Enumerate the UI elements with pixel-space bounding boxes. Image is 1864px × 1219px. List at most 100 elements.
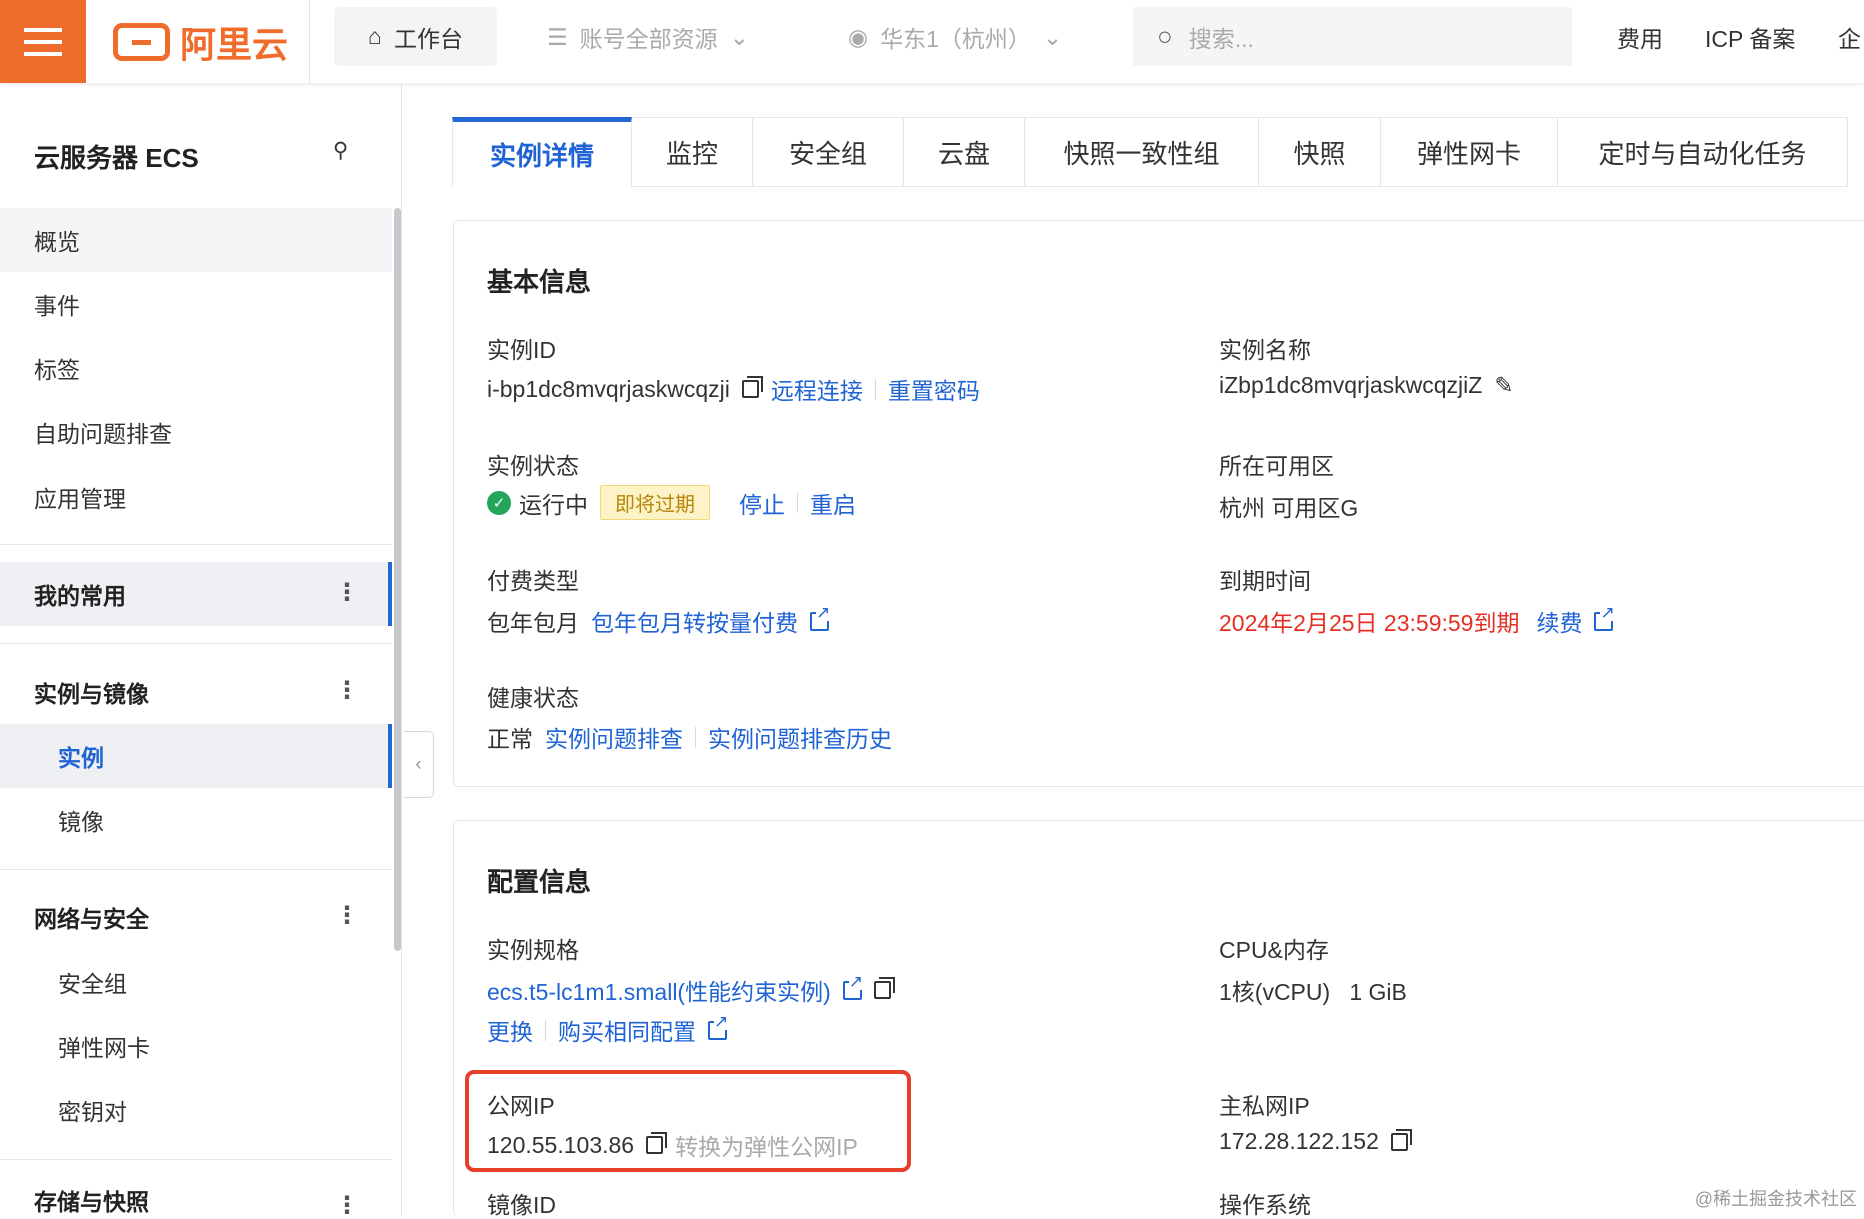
sidebar-item-key-pairs[interactable]: 密钥对 — [0, 1078, 392, 1142]
edit-icon[interactable]: ✎ — [1494, 372, 1513, 399]
tab-instance-details[interactable]: 实例详情 — [452, 117, 632, 187]
top-bar: 阿里云 ⌂ 工作台 ☰ 账号全部资源 ⌄ ◉ 华东1（杭州） ⌄ ○ 搜索... 费用 IC… — [0, 0, 1864, 83]
label: 安全组 — [58, 971, 127, 997]
collapse-sidebar-button[interactable]: ‹ — [404, 731, 434, 798]
label: 我的常用 — [34, 583, 126, 609]
diagnose-link[interactable]: 实例问题排查 — [545, 720, 683, 754]
spec-row: ecs.t5-lc1m1.small(性能约束实例) — [487, 972, 895, 1007]
workbench-label: 工作台 — [393, 25, 463, 52]
sidebar-item-security-groups[interactable]: 安全组 — [0, 950, 392, 1014]
separator — [797, 492, 798, 513]
label: 密钥对 — [58, 1099, 127, 1125]
status-row: ✓ 运行中 即将过期 停止 重启 — [487, 485, 856, 520]
zone-value: 杭州 可用区G — [1219, 495, 1359, 521]
external-link-icon[interactable] — [1594, 603, 1615, 631]
status-label: 实例状态 — [487, 453, 579, 479]
restart-link[interactable]: 重启 — [810, 486, 856, 520]
expire-row: 2024年2月25日 23:59:59到期 续费 — [1219, 603, 1615, 638]
tab-snapshots[interactable]: 快照 — [1259, 117, 1381, 187]
tab-security-groups[interactable]: 安全组 — [753, 117, 904, 187]
tab-scheduled-tasks[interactable]: 定时与自动化任务 — [1558, 117, 1848, 187]
label: 应用管理 — [34, 486, 126, 512]
copy-icon[interactable] — [1390, 1128, 1412, 1151]
stop-link[interactable]: 停止 — [739, 486, 785, 520]
watermark: @稀土掘金技术社区 — [1694, 1189, 1857, 1209]
more-icon[interactable]: ⋮ — [335, 679, 359, 703]
separator — [695, 726, 696, 748]
location-icon: ◉ — [848, 23, 869, 50]
region-dropdown[interactable]: ◉ 华东1（杭州） ⌄ — [848, 20, 1062, 54]
instance-name-label: 实例名称 — [1219, 337, 1311, 363]
sidebar: 云服务器 ECS ⚲ 概览 事件 标签 自助问题排查 应用管理 我的常用 ⋮ 实例… — [0, 83, 402, 1218]
sidebar-item-events[interactable]: 事件 — [0, 272, 392, 336]
private-ip-row: 172.28.122.152 — [1219, 1128, 1412, 1155]
billing-label: 付费类型 — [487, 568, 579, 594]
external-link-icon[interactable] — [810, 603, 831, 631]
instance-id-row: i-bp1dc8mvqrjaskwcqzji 远程连接 重置密码 — [487, 372, 980, 406]
sidebar-item-eni[interactable]: 弹性网卡 — [0, 1014, 392, 1078]
sidebar-group-favorites[interactable]: 我的常用 ⋮ — [0, 562, 392, 626]
aliyun-logo[interactable]: 阿里云 — [113, 16, 288, 68]
tab-disks[interactable]: 云盘 — [904, 117, 1025, 187]
sidebar-group-network-security[interactable]: 网络与安全 ⋮ — [0, 885, 392, 949]
sidebar-group-instances-images[interactable]: 实例与镜像 ⋮ — [0, 660, 392, 724]
sidebar-item-tags[interactable]: 标签 — [0, 336, 392, 400]
menu-button[interactable] — [0, 0, 86, 83]
public-ip-value: 120.55.103.86 — [487, 1131, 635, 1158]
renew-link[interactable]: 续费 — [1536, 604, 1582, 638]
remote-connect-link[interactable]: 远程连接 — [771, 372, 863, 406]
label: 自助问题排查 — [34, 421, 172, 447]
separator — [545, 1019, 546, 1041]
fees-link[interactable]: 费用 — [1617, 20, 1663, 54]
label: 镜像 — [58, 809, 104, 835]
sidebar-item-app-management[interactable]: 应用管理 — [0, 465, 392, 529]
enterprise-link[interactable]: 企 — [1838, 20, 1861, 54]
convert-eip-link[interactable]: 转换为弹性公网IP — [675, 1128, 858, 1162]
home-icon: ⌂ — [368, 23, 382, 49]
health-value: 正常 — [487, 726, 533, 752]
copy-icon[interactable] — [741, 376, 763, 398]
chevron-down-icon: ⌄ — [1042, 23, 1063, 50]
status-value: 运行中 — [519, 491, 588, 518]
divider — [0, 1159, 392, 1160]
tab-eni[interactable]: 弹性网卡 — [1381, 117, 1558, 187]
external-link-icon[interactable] — [708, 1012, 729, 1040]
buy-same-config-link[interactable]: 购买相同配置 — [558, 1013, 696, 1047]
search-input[interactable]: ○ 搜索... — [1133, 7, 1572, 66]
label: 标签 — [34, 357, 80, 383]
more-icon[interactable]: ⋮ — [335, 1194, 359, 1218]
change-spec-link[interactable]: 更换 — [487, 1013, 533, 1047]
expiring-badge: 即将过期 — [600, 485, 710, 520]
billing-value: 包年包月 — [487, 610, 579, 636]
copy-icon[interactable] — [646, 1132, 668, 1154]
search-icon: ○ — [1157, 21, 1173, 51]
sidebar-scrollbar[interactable] — [394, 208, 401, 951]
workbench-button[interactable]: ⌂ 工作台 — [334, 7, 497, 66]
sidebar-item-images[interactable]: 镜像 — [0, 788, 392, 852]
tab-monitoring[interactable]: 监控 — [632, 117, 753, 187]
divider — [0, 643, 392, 644]
sidebar-item-overview[interactable]: 概览 — [0, 208, 392, 272]
sidebar-item-instances[interactable]: 实例 — [0, 724, 392, 788]
label: 网络与安全 — [34, 906, 149, 932]
account-resources-dropdown[interactable]: ☰ 账号全部资源 ⌄ — [547, 20, 749, 54]
instance-id-label: 实例ID — [487, 337, 556, 363]
diagnose-history-link[interactable]: 实例问题排查历史 — [708, 720, 892, 754]
separator — [874, 378, 876, 400]
more-icon[interactable]: ⋮ — [335, 904, 359, 928]
expire-label: 到期时间 — [1219, 568, 1311, 594]
external-link-icon[interactable] — [842, 972, 864, 1000]
config-info-title: 配置信息 — [487, 867, 592, 897]
spec-link[interactable]: ecs.t5-lc1m1.small(性能约束实例) — [487, 973, 831, 1007]
sidebar-group-storage-snapshots[interactable]: 存储与快照 ⋮ — [0, 1175, 392, 1218]
copy-icon[interactable] — [873, 977, 895, 999]
sidebar-item-self-diagnose[interactable]: 自助问题排查 — [0, 400, 392, 464]
search-icon[interactable]: ⚲ — [333, 138, 348, 163]
switch-billing-link[interactable]: 包年包月转按量付费 — [591, 604, 798, 638]
icp-link[interactable]: ICP 备案 — [1705, 20, 1795, 54]
tab-snapshot-consistency-groups[interactable]: 快照一致性组 — [1025, 117, 1259, 187]
sidebar-title: 云服务器 ECS — [34, 143, 199, 173]
cpu-mem-value: 1核(vCPU) 1 GiB — [1219, 979, 1407, 1005]
reset-password-link[interactable]: 重置密码 — [888, 372, 980, 406]
more-icon[interactable]: ⋮ — [335, 581, 359, 605]
